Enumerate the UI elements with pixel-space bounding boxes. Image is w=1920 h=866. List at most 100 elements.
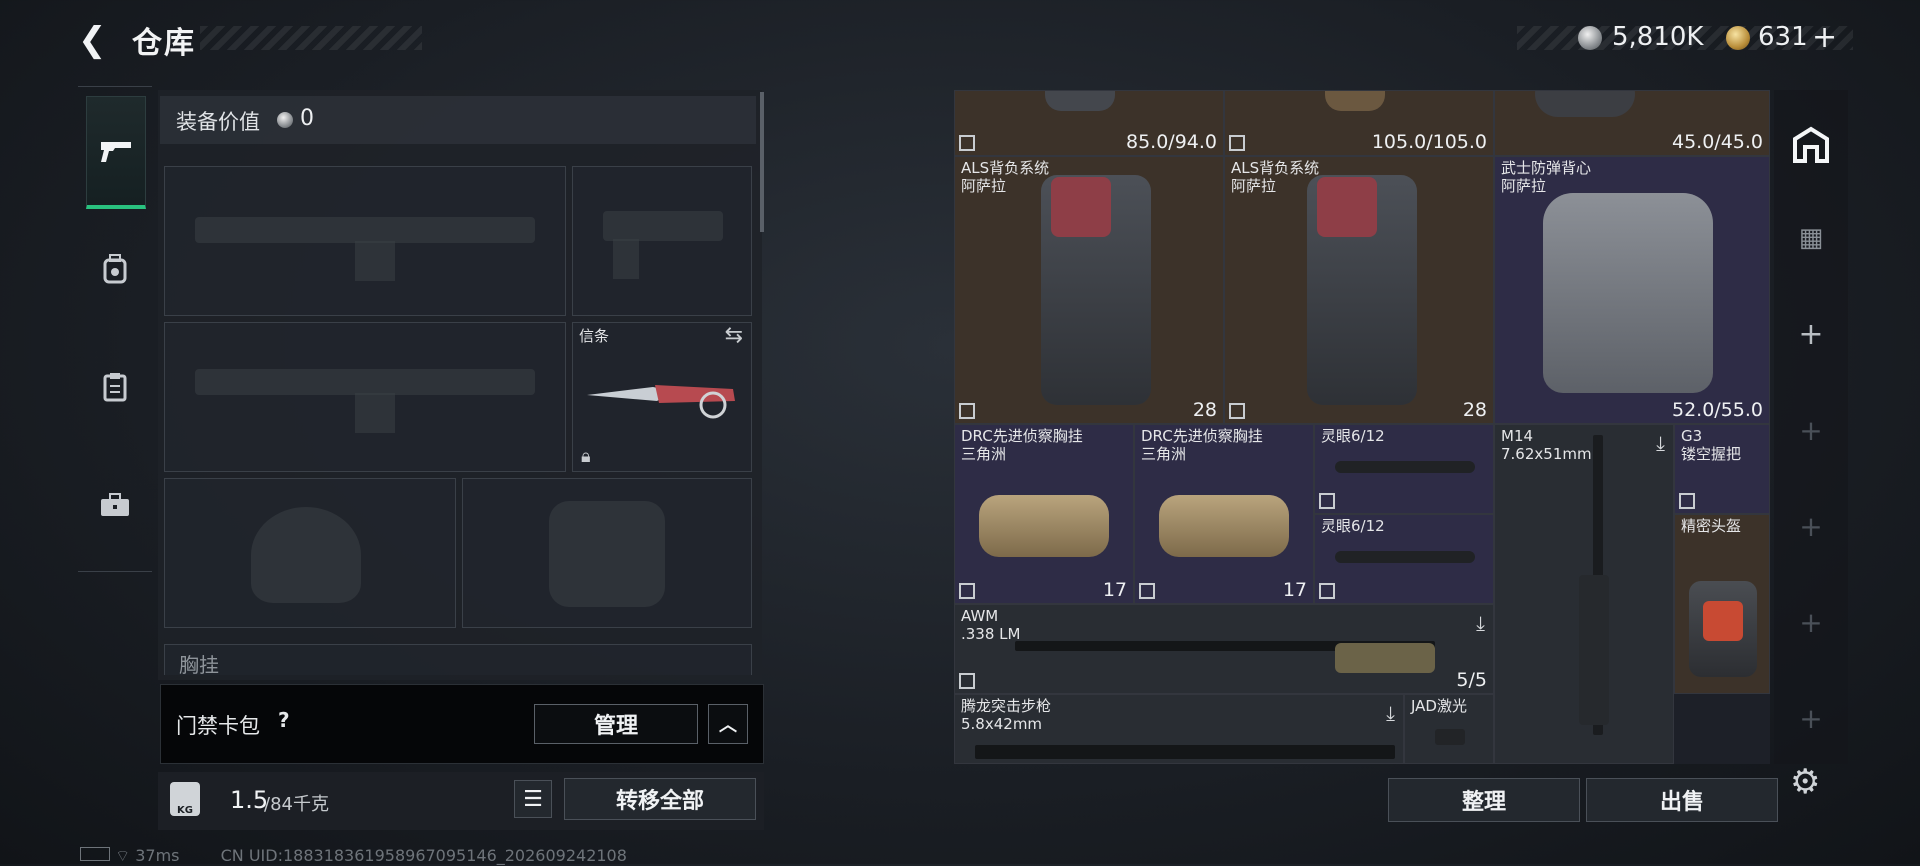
item-name: 武士防弹背心 xyxy=(1501,159,1592,177)
transfer-all-button[interactable]: 转移全部 xyxy=(564,778,756,820)
nav-weapons-tab[interactable] xyxy=(86,96,146,209)
chest-rig-label: 胸挂 xyxy=(179,653,219,677)
manage-button[interactable]: 管理 xyxy=(534,704,698,744)
inventory-item-scope[interactable]: 灵眼6/12 xyxy=(1314,514,1494,604)
settings-gear-icon[interactable]: ⚙ xyxy=(1790,762,1820,802)
knife-slot[interactable]: 信条 ⇆ 🔒︎ xyxy=(572,322,752,472)
item-sub: 三角洲 xyxy=(961,445,1007,463)
unmark-icon xyxy=(959,135,975,151)
add-tab-button-disabled: + xyxy=(1799,413,1823,447)
stash-icon[interactable] xyxy=(1774,114,1848,174)
inventory-item-drc-chest-rig[interactable]: DRC先进侦察胸挂 三角洲 17 xyxy=(1134,424,1314,604)
equipment-value: 0 xyxy=(300,106,314,131)
inventory-item-samurai-vest[interactable]: 武士防弹背心 阿萨拉 52.0/55.0 xyxy=(1494,156,1770,424)
inventory-item-drc-chest-rig[interactable]: DRC先进侦察胸挂 三角洲 17 xyxy=(954,424,1134,604)
inventory-item-top-1[interactable]: 85.0/94.0 xyxy=(954,90,1224,156)
equipment-value-label: 装备价值 xyxy=(176,110,260,134)
knife-label: 信条 xyxy=(579,327,610,345)
knife-image xyxy=(587,385,735,419)
page-title: 仓库 xyxy=(132,26,196,61)
item-count: 28 xyxy=(1462,399,1487,421)
unmark-icon xyxy=(959,583,975,599)
unmark-icon xyxy=(959,673,975,689)
ammo-count: 5/5 xyxy=(1456,669,1487,691)
unmark-icon xyxy=(959,403,975,419)
unmark-icon xyxy=(1229,135,1245,151)
item-sub: 7.62x51mm xyxy=(1501,445,1592,463)
item-name: DRC先进侦察胸挂 xyxy=(961,427,1083,445)
sort-button[interactable]: 整理 xyxy=(1388,778,1580,822)
add-tab-button-disabled: + xyxy=(1799,509,1823,543)
nav-case-tab[interactable] xyxy=(86,450,144,560)
silver-coin-icon xyxy=(277,112,293,128)
gold-amount: 631 xyxy=(1758,22,1808,52)
unmark-icon xyxy=(1139,583,1155,599)
nav-clipboard-tab[interactable] xyxy=(86,332,144,442)
unmark-icon xyxy=(1319,583,1335,599)
primary-weapon-slot[interactable] xyxy=(164,166,566,316)
inventory-item-als-backpack[interactable]: ALS背负系统 阿萨拉 28 xyxy=(1224,156,1494,424)
inventory-item-scope[interactable]: 灵眼6/12 xyxy=(1314,424,1494,514)
inventory-item-als-backpack[interactable]: ALS背负系统 阿萨拉 28 xyxy=(954,156,1224,424)
inventory-item-top-2[interactable]: 105.0/105.0 xyxy=(1224,90,1494,156)
list-icon[interactable]: ☰ xyxy=(514,780,552,818)
item-name: 灵眼6/12 xyxy=(1321,427,1385,445)
storage-tier-icon[interactable]: ▦ xyxy=(1774,208,1848,268)
lock-icon: 🔒︎ xyxy=(581,446,591,467)
nav-backpack-tab[interactable] xyxy=(86,214,144,324)
stash-icon xyxy=(1793,126,1829,163)
inventory-item-jad-laser[interactable]: JAD激光 xyxy=(1404,694,1494,764)
durability-text: 105.0/105.0 xyxy=(1371,131,1487,153)
uid-text: CN UID:1883183619589670951​46_2026092421… xyxy=(220,846,627,865)
durability-text: 52.0/55.0 xyxy=(1671,399,1763,421)
item-count: 17 xyxy=(1282,579,1307,601)
inventory-item-precision-helmet[interactable]: 精密头盔 xyxy=(1674,514,1770,694)
chest-rig-slot[interactable]: 胸挂 xyxy=(164,644,752,677)
item-sub: 阿萨拉 xyxy=(961,177,1007,195)
inventory-item-top-3[interactable]: 45.0/45.0 xyxy=(1494,90,1770,156)
wifi-icon: ⌔ xyxy=(115,846,131,865)
item-sub: 阿萨拉 xyxy=(1501,177,1547,195)
help-icon[interactable]: ? xyxy=(278,708,290,732)
download-icon[interactable]: ⤓ xyxy=(1386,701,1395,725)
item-sub: 阿萨拉 xyxy=(1231,177,1277,195)
item-sub: 5.8x42mm xyxy=(961,715,1043,733)
inventory-item-tenglong-rifle[interactable]: 腾龙突击步枪 5.8x42mm ⤓ xyxy=(954,694,1404,764)
sell-button[interactable]: 出售 xyxy=(1586,778,1778,822)
briefcase-icon xyxy=(101,493,129,516)
item-name: M14 xyxy=(1501,427,1534,445)
backpack-icon xyxy=(103,254,127,284)
title-stripe-decoration xyxy=(200,26,422,50)
back-arrow-icon[interactable]: ❮ xyxy=(78,22,114,58)
weight-icon: KG xyxy=(170,782,200,816)
swap-icon[interactable]: ⇆ xyxy=(725,323,743,348)
download-icon[interactable]: ⤓ xyxy=(1656,431,1665,455)
armor-slot[interactable] xyxy=(462,478,752,628)
item-sub: 三角洲 xyxy=(1141,445,1187,463)
unmark-icon xyxy=(1319,493,1335,509)
add-tab-button[interactable]: + xyxy=(1774,304,1848,364)
add-tab-button-disabled: + xyxy=(1799,605,1823,639)
durability-text: 45.0/45.0 xyxy=(1671,131,1763,153)
item-name: 精密头盔 xyxy=(1681,517,1742,535)
chevron-up-icon[interactable]: ︿ xyxy=(708,704,748,744)
item-count: 28 xyxy=(1192,399,1217,421)
add-tab-button-disabled: + xyxy=(1799,701,1823,735)
download-icon[interactable]: ⤓ xyxy=(1476,611,1485,635)
durability-text: 85.0/94.0 xyxy=(1125,131,1217,153)
item-sub: 镂空握把 xyxy=(1681,445,1742,463)
pistol-slot[interactable] xyxy=(572,166,752,316)
helmet-slot[interactable] xyxy=(164,478,456,628)
inventory-item-m14[interactable]: M14 7.62x51mm ⤓ xyxy=(1494,424,1674,764)
secondary-weapon-slot[interactable] xyxy=(164,322,566,472)
item-count: 17 xyxy=(1102,579,1127,601)
silver-amount: 5,810K xyxy=(1612,22,1704,52)
status-bar: ⌔ 37ms CN UID:1883183619589670951​46_202… xyxy=(80,846,627,866)
inventory-item-g3-grip[interactable]: G3 镂空握把 xyxy=(1674,424,1770,514)
equipment-scrollbar[interactable] xyxy=(760,92,764,232)
item-name: ALS背负系统 xyxy=(1231,159,1320,177)
inventory-item-awm[interactable]: AWM .338 LM ⤓ 5/5 xyxy=(954,604,1494,694)
inventory-grid: 85.0/94.0 105.0/105.0 45.0/45.0 ALS背负系统阿… xyxy=(954,90,1770,764)
add-gold-button[interactable]: + xyxy=(1812,20,1837,55)
item-name: 腾龙突击步枪 xyxy=(961,697,1052,715)
